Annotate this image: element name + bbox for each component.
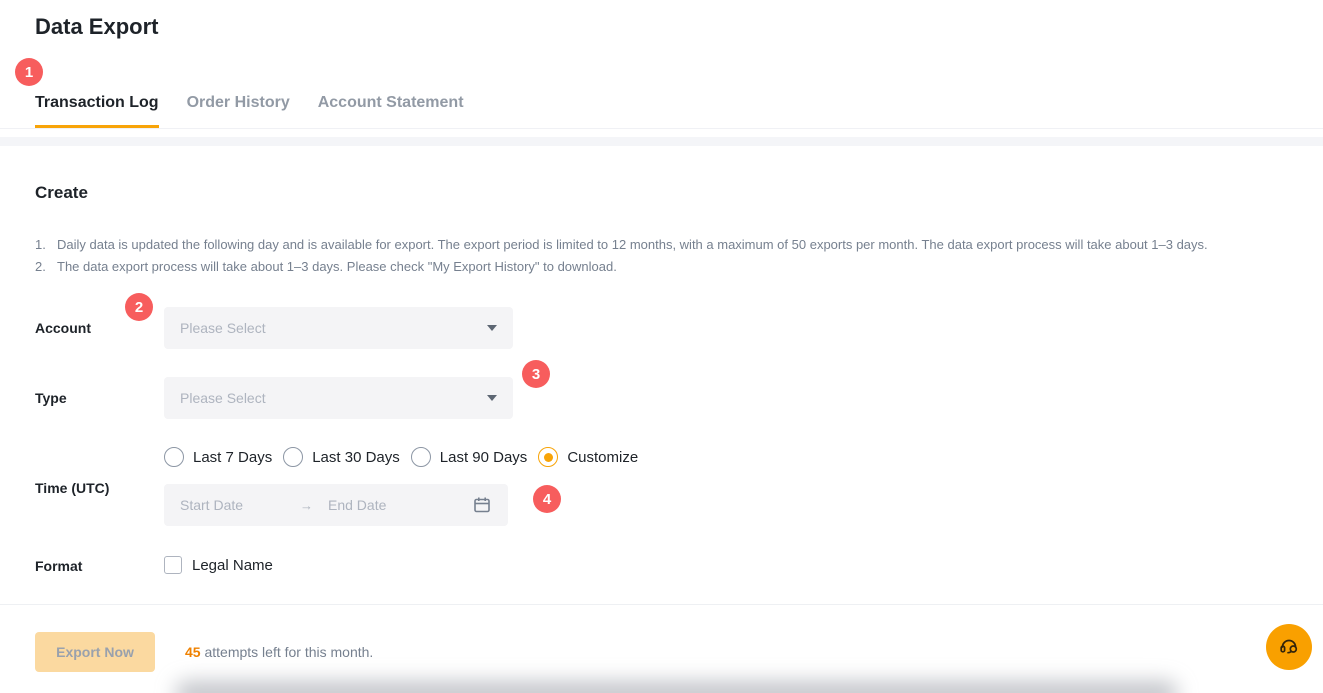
tabbar-divider (0, 128, 1323, 129)
caret-down-icon (487, 395, 497, 401)
account-select[interactable]: Please Select (164, 307, 513, 349)
radio-icon (411, 447, 431, 467)
tab-account-statement[interactable]: Account Statement (318, 94, 464, 128)
caret-down-icon (487, 325, 497, 331)
type-select-placeholder: Please Select (180, 390, 487, 406)
time-range-radio-group: Last 7 Days Last 30 Days Last 90 Days Cu… (164, 446, 638, 468)
radio-label: Customize (567, 449, 638, 466)
end-date-placeholder: End Date (328, 497, 472, 513)
radio-label: Last 7 Days (193, 449, 272, 466)
section-separator-band (0, 137, 1323, 146)
attempts-remaining-text: 45 attempts left for this month. (185, 644, 373, 660)
customer-support-button[interactable] (1266, 624, 1312, 670)
account-label: Account (35, 320, 91, 336)
radio-icon (164, 447, 184, 467)
calendar-icon[interactable] (472, 495, 492, 515)
annotation-badge-1: 1 (15, 58, 43, 86)
create-heading: Create (35, 183, 88, 203)
attempts-label: attempts left for this month. (201, 644, 374, 660)
tab-order-history[interactable]: Order History (187, 94, 290, 128)
arrow-right-icon: → (300, 498, 328, 513)
attempts-count: 45 (185, 644, 201, 660)
account-select-placeholder: Please Select (180, 320, 487, 336)
tab-bar: Transaction Log Order History Account St… (35, 94, 464, 128)
instruction-number: 2. (35, 256, 57, 278)
type-label: Type (35, 390, 67, 406)
export-now-button[interactable]: Export Now (35, 632, 155, 672)
data-export-page: Data Export Transaction Log Order Histor… (0, 0, 1323, 693)
tab-transaction-log[interactable]: Transaction Log (35, 94, 159, 128)
legal-name-checkbox-label: Legal Name (192, 557, 273, 574)
type-select[interactable]: Please Select (164, 377, 513, 419)
headset-icon (1278, 636, 1300, 658)
start-date-placeholder: Start Date (180, 497, 300, 513)
radio-selected-icon (538, 447, 558, 467)
instructions-list: 1. Daily data is updated the following d… (35, 234, 1208, 278)
annotation-badge-4: 4 (533, 485, 561, 513)
page-title: Data Export (35, 14, 158, 40)
footer-divider (0, 604, 1323, 605)
instruction-number: 1. (35, 234, 57, 256)
format-label: Format (35, 558, 82, 574)
radio-label: Last 30 Days (312, 449, 400, 466)
date-range-input[interactable]: Start Date → End Date (164, 484, 508, 526)
instruction-text: Daily data is updated the following day … (57, 234, 1208, 256)
radio-last-30-days[interactable]: Last 30 Days (283, 447, 400, 467)
radio-icon (283, 447, 303, 467)
radio-last-7-days[interactable]: Last 7 Days (164, 447, 272, 467)
bottom-content-shadow (175, 681, 1178, 693)
annotation-badge-3: 3 (522, 360, 550, 388)
legal-name-option: Legal Name (164, 556, 273, 574)
instruction-item: 1. Daily data is updated the following d… (35, 234, 1208, 256)
radio-label: Last 90 Days (440, 449, 528, 466)
radio-last-90-days[interactable]: Last 90 Days (411, 447, 528, 467)
instruction-text: The data export process will take about … (57, 256, 617, 278)
radio-customize[interactable]: Customize (538, 447, 638, 467)
legal-name-checkbox[interactable] (164, 556, 182, 574)
annotation-badge-2: 2 (125, 293, 153, 321)
instruction-item: 2. The data export process will take abo… (35, 256, 1208, 278)
time-label: Time (UTC) (35, 480, 109, 496)
